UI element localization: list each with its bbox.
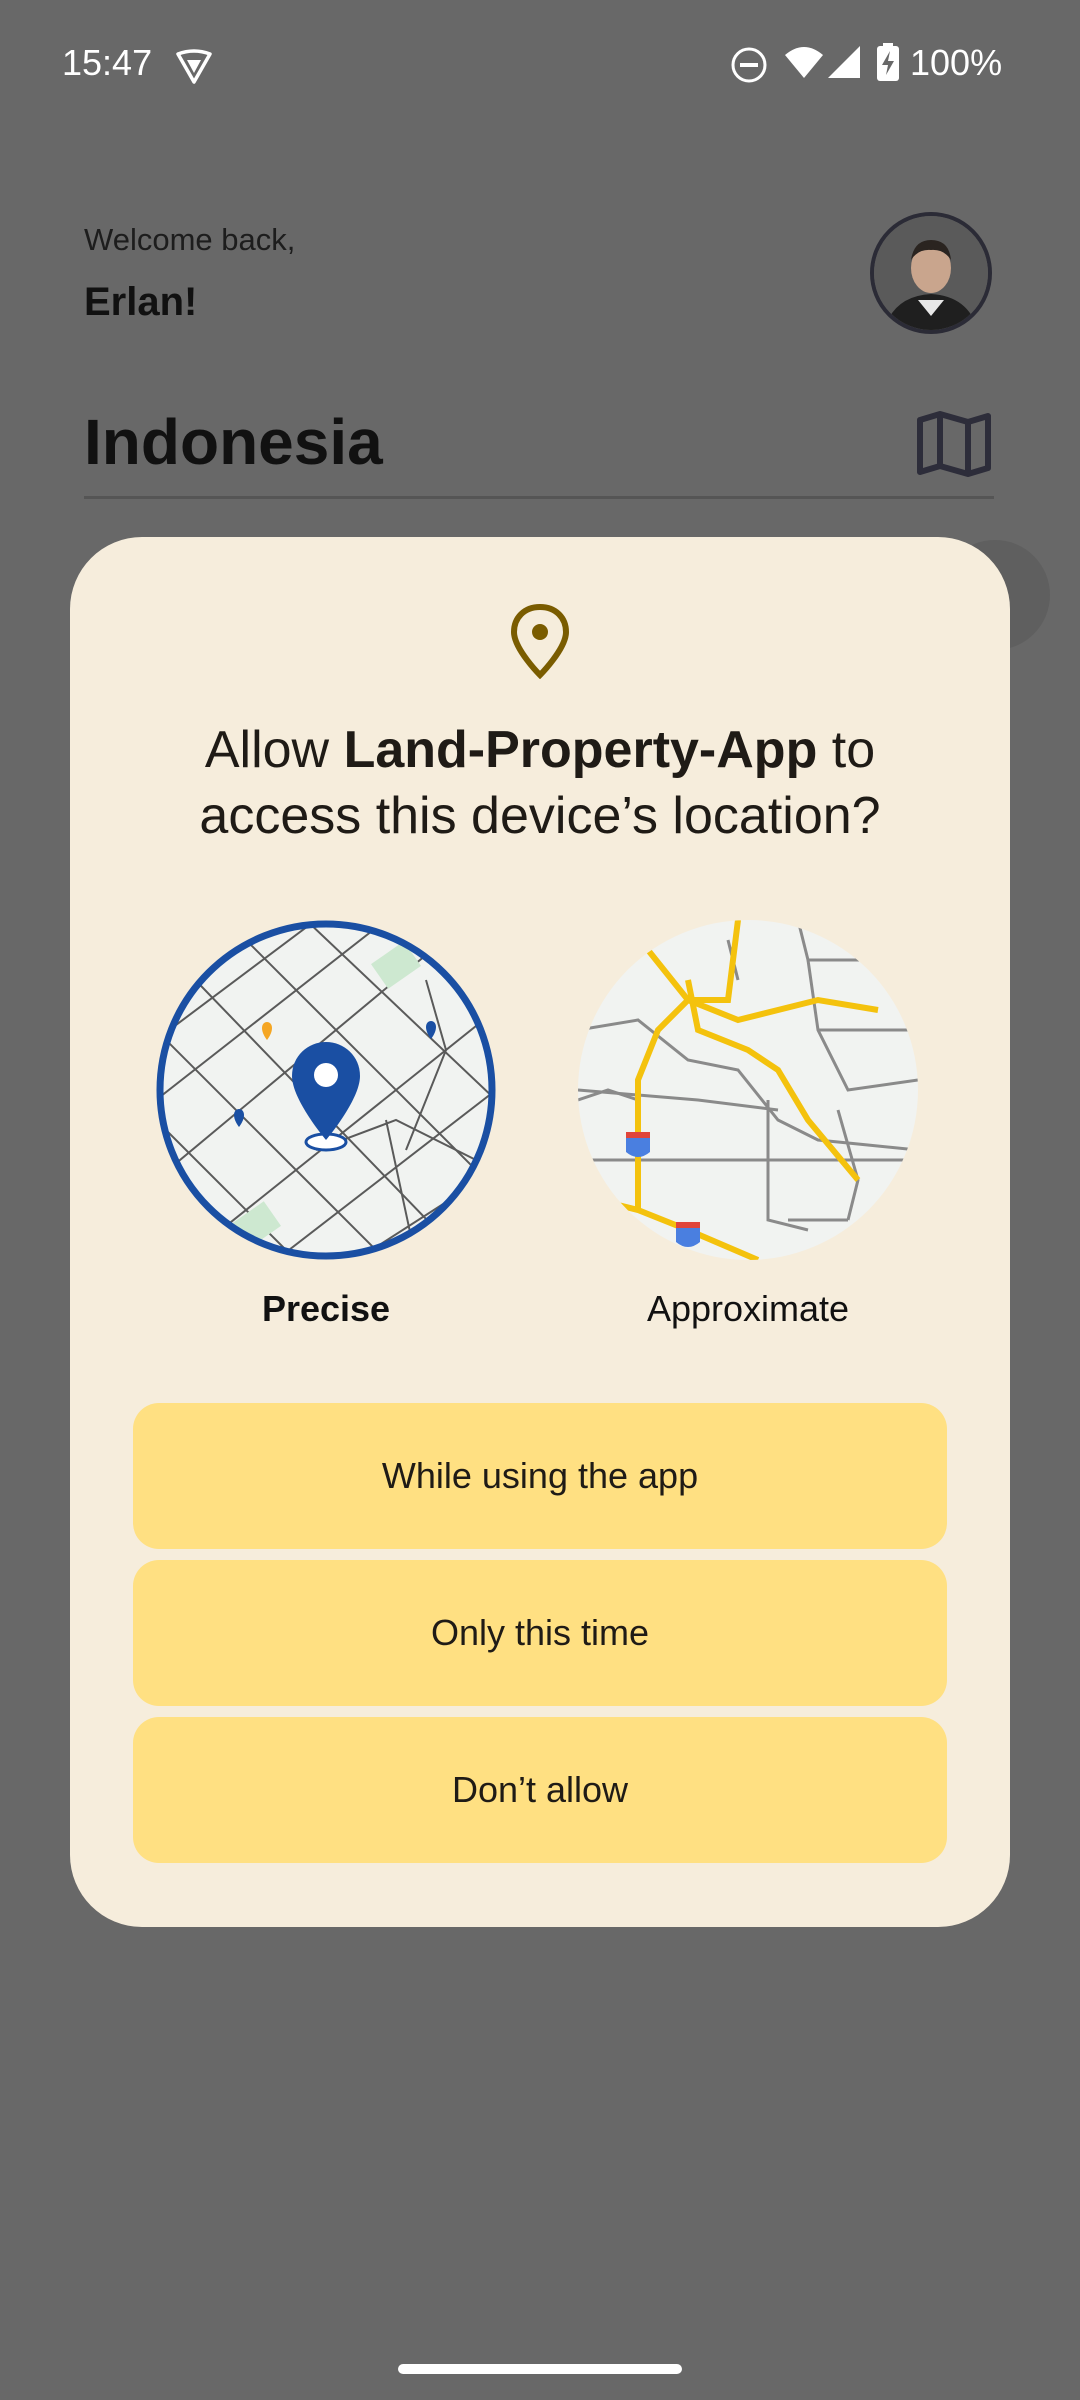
dont-allow-button[interactable]: Don’t allow (133, 1717, 947, 1863)
map-icon[interactable] (916, 410, 992, 478)
region-title: Indonesia (84, 406, 383, 478)
home-indicator[interactable] (398, 2364, 682, 2374)
user-name: Erlan! (84, 280, 198, 324)
vpn-icon (176, 49, 212, 84)
do-not-disturb-icon (731, 47, 767, 83)
avatar-photo (874, 216, 988, 330)
location-pin-icon (510, 603, 570, 679)
approximate-location-option[interactable]: Approximate (578, 920, 918, 1340)
precise-label: Precise (261, 1288, 391, 1329)
region-divider (84, 496, 994, 499)
app-name: Land-Property-App (343, 721, 818, 779)
battery-charging-icon (877, 43, 899, 81)
approximate-label: Approximate (646, 1288, 850, 1329)
welcome-text: Welcome back, (84, 222, 296, 257)
status-time: 15:47 (62, 42, 153, 83)
dialog-title: Allow Land-Property-App to access this d… (130, 717, 950, 849)
wifi-icon (785, 47, 823, 78)
status-bar: 15:47 100% (0, 0, 1080, 128)
precise-location-option[interactable]: Precise (156, 920, 496, 1340)
approximate-map-illustration (578, 920, 918, 1260)
location-permission-dialog: Allow Land-Property-App to access this d… (70, 537, 1010, 1927)
battery-percentage: 100% (910, 42, 1003, 83)
only-this-time-button[interactable]: Only this time (133, 1560, 947, 1706)
avatar[interactable] (870, 212, 992, 334)
dialog-title-prefix: Allow (204, 721, 344, 779)
while-using-app-button[interactable]: While using the app (133, 1403, 947, 1549)
precise-map-illustration (156, 920, 496, 1260)
signal-icon (828, 46, 860, 78)
